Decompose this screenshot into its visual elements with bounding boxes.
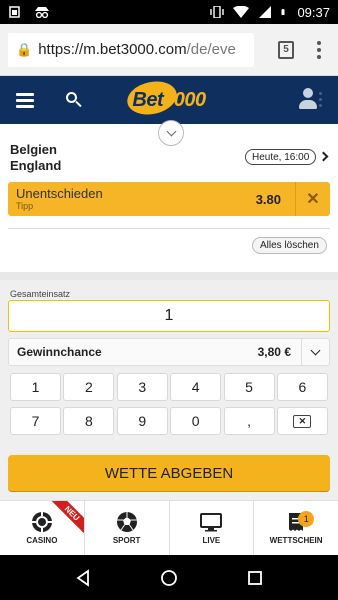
place-bet-button[interactable]: WETTE ABGEBEN: [8, 455, 330, 491]
cell-signal-icon: [259, 6, 272, 18]
incognito-icon: [35, 7, 49, 18]
nav-casino-label: CASINO: [26, 536, 58, 545]
bottom-nav: CASINO NEU SPORT LIVE WETTSCHEIN 1: [0, 500, 338, 555]
key-6[interactable]: 6: [276, 373, 328, 401]
selection-type: Tipp: [16, 201, 34, 211]
close-icon[interactable]: ✕: [296, 182, 330, 216]
app-header: Bet3000: [0, 76, 338, 124]
nav-live[interactable]: LIVE: [170, 501, 255, 555]
potential-win-row: Gewinnchance 3,80 €: [8, 338, 330, 366]
key-4[interactable]: 4: [170, 373, 222, 401]
backspace-icon: ✕: [293, 414, 312, 428]
soccer-ball-icon: [116, 512, 137, 532]
nav-bet-slip-label: WETTSCHEIN: [269, 536, 323, 545]
selection-name: Unentschieden: [16, 186, 103, 201]
url-bar[interactable]: 🔒 https://m.bet3000.com/de/eve: [8, 32, 254, 67]
nav-sport-label: SPORT: [112, 536, 141, 545]
team-home: Belgien: [10, 142, 57, 157]
nav-bet-slip[interactable]: WETTSCHEIN 1: [254, 501, 338, 555]
browser-toolbar: 🔒 https://m.bet3000.com/de/eve 5: [0, 24, 338, 76]
android-nav-bar: [0, 555, 338, 600]
nav-live-label: LIVE: [202, 536, 221, 545]
key-0[interactable]: 0: [170, 407, 222, 435]
battery-icon: [281, 9, 285, 15]
bet-count-badge: 1: [298, 511, 315, 527]
home-icon[interactable]: [160, 569, 178, 587]
backspace-key[interactable]: ✕: [276, 407, 328, 435]
potential-win-toggle[interactable]: [301, 339, 329, 365]
divider: [8, 228, 330, 229]
key-5[interactable]: 5: [223, 373, 275, 401]
key-2[interactable]: 2: [63, 373, 115, 401]
key-1[interactable]: 1: [10, 373, 61, 401]
collapse-chevron-button[interactable]: [158, 120, 184, 146]
bet3000-logo[interactable]: Bet3000: [123, 77, 215, 120]
header-more-icon[interactable]: [319, 92, 322, 107]
url-path: /de/eve: [186, 41, 236, 58]
stake-label: Gesamteinsatz: [10, 289, 71, 299]
wifi-icon: [233, 6, 250, 18]
potential-win-value: 3,80 €: [257, 345, 291, 359]
selection-odds: 3.80: [255, 192, 281, 207]
key-3[interactable]: 3: [116, 373, 168, 401]
lock-icon: 🔒: [16, 41, 33, 57]
user-account-icon[interactable]: [298, 88, 318, 110]
key-9[interactable]: 9: [116, 407, 168, 435]
numeric-keypad: 1 2 3 4 5 6 7 8 9 0 , ✕: [10, 373, 328, 435]
key-8[interactable]: 8: [63, 407, 115, 435]
chevron-down-icon: [166, 126, 176, 137]
vibrate-icon: [210, 6, 225, 18]
key-comma[interactable]: ,: [223, 407, 275, 435]
nav-sport[interactable]: SPORT: [85, 501, 170, 555]
new-ribbon-label: NEU: [49, 501, 84, 535]
status-bar: 09:37: [0, 0, 338, 24]
search-icon[interactable]: [66, 92, 82, 108]
chevron-down-icon: [310, 345, 321, 356]
hamburger-menu-icon[interactable]: [16, 92, 34, 108]
key-7[interactable]: 7: [10, 407, 61, 435]
back-icon[interactable]: [74, 568, 92, 587]
new-ribbon: NEU: [49, 501, 84, 535]
nav-casino[interactable]: CASINO NEU: [0, 501, 85, 555]
tv-icon: [200, 513, 223, 532]
clear-all-button[interactable]: Alles löschen: [252, 237, 327, 254]
bet-selection[interactable]: Unentschieden Tipp 3.80 ✕: [8, 182, 330, 216]
url-host: https://m.bet3000.com: [38, 41, 187, 58]
potential-win-label: Gewinnchance: [17, 345, 102, 359]
logo-text: Bet: [132, 88, 164, 111]
logo-number: 3000: [163, 88, 206, 111]
clock: 09:37: [297, 4, 330, 20]
match-teams[interactable]: Belgien England: [10, 142, 61, 174]
browser-menu-icon[interactable]: [316, 40, 322, 59]
stake-input[interactable]: 1: [8, 300, 330, 332]
match-time-badge: Heute, 16:00: [245, 149, 317, 165]
recent-apps-icon[interactable]: [246, 569, 264, 587]
tab-switcher-button[interactable]: 5: [278, 40, 294, 59]
sim-card-icon: [9, 6, 20, 18]
team-away: England: [10, 158, 62, 173]
